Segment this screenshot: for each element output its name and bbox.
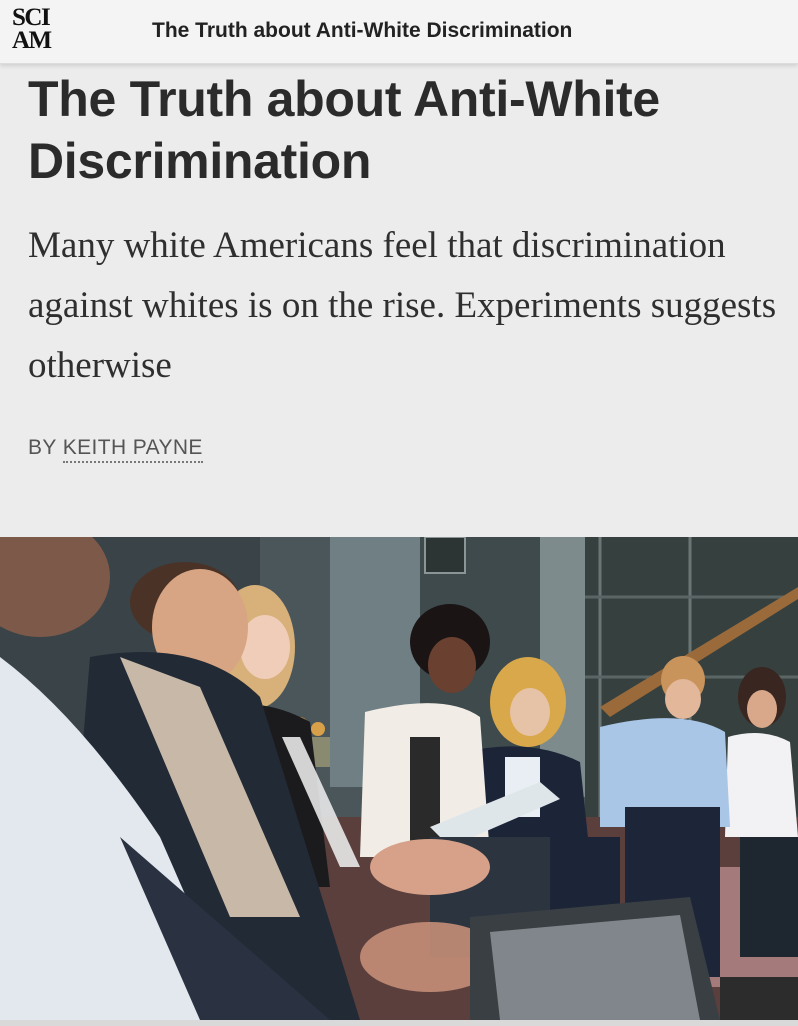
logo-line-1: SCI [12,4,51,31]
hero-photo-illustration [0,537,798,1020]
hero-image [0,537,798,1020]
sciam-logo[interactable]: SCI AM [12,4,58,56]
logo-line-2: AM [12,27,52,54]
author-link[interactable]: KEITH PAYNE [62,436,203,463]
article-dek: Many white Americans feel that discrimin… [28,225,777,386]
topbar-article-title: The Truth about Anti-White Discriminatio… [152,19,573,42]
top-bar: SCI AM The Truth about Anti-White Discri… [0,0,798,64]
article-header: The Truth about Anti-White Discriminatio… [0,64,798,537]
byline: BY KEITH PAYNE [28,436,203,463]
hero-bottom-edge [0,1020,798,1026]
byline-prefix: BY [28,436,57,459]
article-headline: The Truth about Anti-White Discriminatio… [28,71,660,189]
